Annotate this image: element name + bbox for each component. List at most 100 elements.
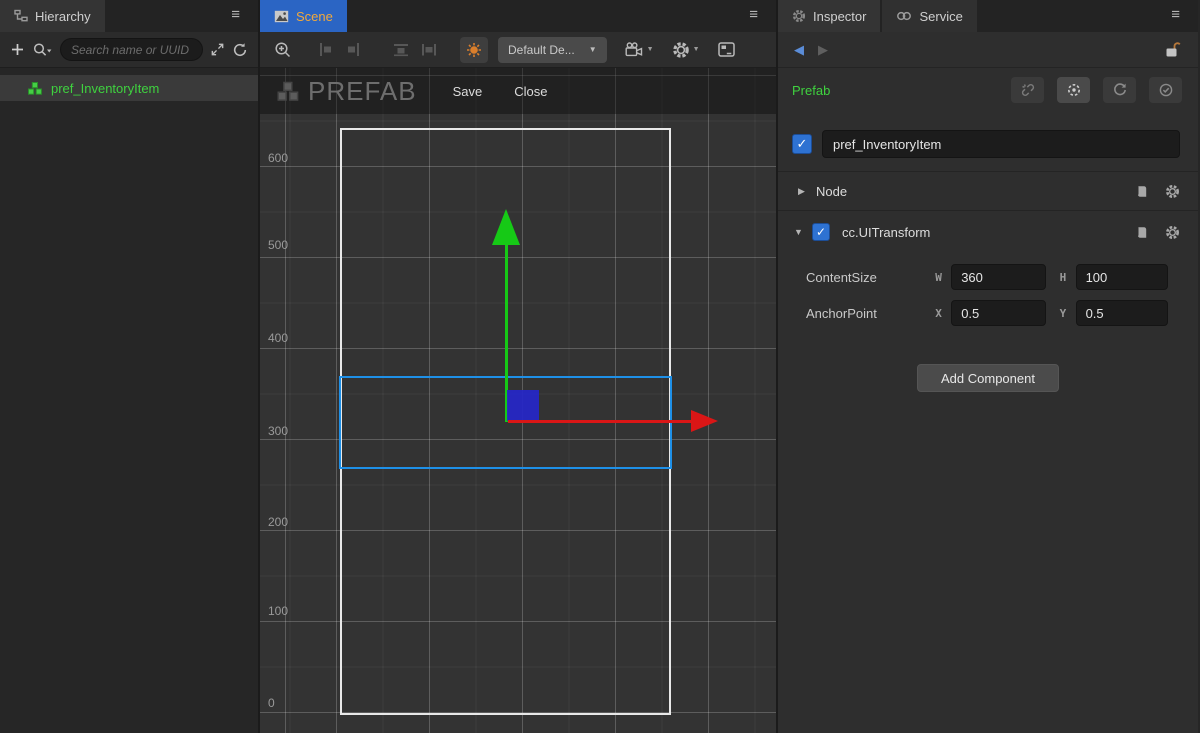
tab-inspector[interactable]: Inspector xyxy=(778,0,880,32)
inspector-nav-row: ◀ ▶ xyxy=(778,32,1198,68)
distribute-vertical-icon[interactable] xyxy=(420,42,438,57)
tab-inspector-label: Inspector xyxy=(813,9,866,24)
gizmo-x-arrowhead-icon[interactable] xyxy=(691,410,718,432)
tab-hierarchy[interactable]: Hierarchy xyxy=(0,0,105,32)
inspector-menu-icon[interactable]: ≡ xyxy=(1171,6,1180,23)
uitransform-docs-icon[interactable] xyxy=(1134,225,1149,240)
nav-back-button[interactable]: ◀ xyxy=(794,42,804,58)
node-docs-icon[interactable] xyxy=(1134,184,1149,199)
zoom-tool-icon[interactable] xyxy=(274,41,292,59)
expand-collapse-icon[interactable] xyxy=(210,42,225,57)
align-right-icon[interactable] xyxy=(345,42,362,57)
height-key-label: H xyxy=(1060,271,1076,284)
inspector-tabbar: Inspector Service ≡ xyxy=(778,0,1198,32)
node-collapse-icon[interactable]: ▶ xyxy=(798,186,816,197)
cocos-creator-editor: Hierarchy ≡ pref_Invento xyxy=(0,0,1200,733)
node-name-row: ✓ xyxy=(792,130,1180,158)
ruler-label: 500 xyxy=(268,238,288,252)
scene-tabbar: Scene ≡ xyxy=(260,0,776,32)
gizmo-y-arrowhead-icon[interactable] xyxy=(492,209,520,245)
scene-light-toggle[interactable] xyxy=(460,37,488,63)
apply-prefab-button[interactable] xyxy=(1149,77,1182,103)
lock-open-icon[interactable] xyxy=(1164,41,1182,58)
scene-toolbar: Default De... ▼ ▼ ▼ xyxy=(260,32,776,68)
refresh-icon[interactable] xyxy=(232,42,248,58)
distribute-horizontal-icon[interactable] xyxy=(392,42,410,57)
width-key-label: W xyxy=(935,271,951,284)
camera-caret-icon: ▼ xyxy=(647,46,654,53)
nav-forward-button[interactable]: ▶ xyxy=(818,42,828,58)
scene-panel: Scene ≡ Default De... xyxy=(260,0,778,733)
content-size-label: ContentSize xyxy=(806,270,935,285)
uitransform-enabled-checkbox[interactable]: ✓ xyxy=(812,223,830,241)
prefab-edit-bar: PREFAB Save Close xyxy=(260,68,776,114)
uitransform-section-header[interactable]: ▼ ✓ cc.UITransform xyxy=(778,211,1198,253)
hierarchy-menu-icon[interactable]: ≡ xyxy=(231,6,240,23)
scene-menu-icon[interactable]: ≡ xyxy=(749,6,758,23)
anchor-point-row: AnchorPoint X Y xyxy=(806,300,1168,326)
node-active-checkbox[interactable]: ✓ xyxy=(792,134,812,154)
layout-windows-icon[interactable] xyxy=(718,42,735,57)
uitransform-section-title: cc.UITransform xyxy=(842,225,930,240)
prefab-watermark-cubes-icon xyxy=(276,80,300,103)
ruler-label: 400 xyxy=(268,331,288,345)
node-label: pref_InventoryItem xyxy=(51,81,159,96)
node-name-input[interactable] xyxy=(822,130,1180,158)
align-left-icon[interactable] xyxy=(318,42,335,57)
node-section-title: Node xyxy=(816,184,847,199)
prefab-asset-row: Prefab xyxy=(792,77,1182,103)
ruler-label: 300 xyxy=(268,424,288,438)
anchor-point-y-input[interactable] xyxy=(1076,300,1168,326)
gizmo-x-axis[interactable] xyxy=(508,420,691,423)
inspector-gear-icon xyxy=(792,9,806,23)
ruler-label: 0 xyxy=(268,696,275,710)
service-link-icon xyxy=(896,10,912,22)
restore-prefab-button[interactable] xyxy=(1103,77,1136,103)
hierarchy-tabbar: Hierarchy ≡ xyxy=(0,0,258,32)
device-dropdown-value: Default De... xyxy=(508,43,575,57)
add-component-button[interactable]: Add Component xyxy=(917,364,1059,392)
inspector-panel: Inspector Service ≡ ◀ ▶ Prefab xyxy=(778,0,1198,733)
locate-prefab-asset-button[interactable] xyxy=(1057,77,1090,103)
scene-image-icon xyxy=(274,10,289,23)
scene-settings-button[interactable]: ▼ xyxy=(672,41,700,59)
tab-scene-label: Scene xyxy=(296,9,333,24)
scene-viewport[interactable]: PREFAB Save Close 600 500 400 300 200 100 0 xyxy=(260,68,776,733)
settings-caret-icon: ▼ xyxy=(693,46,700,53)
tab-scene[interactable]: Scene xyxy=(260,0,347,32)
camera-settings-button[interactable]: ▼ xyxy=(625,42,654,57)
uitransform-collapse-icon[interactable]: ▼ xyxy=(794,227,812,237)
anchor-point-x-input[interactable] xyxy=(951,300,1045,326)
ruler-label: 100 xyxy=(268,604,288,618)
device-dropdown-caret-icon: ▼ xyxy=(589,45,597,54)
prefab-save-button[interactable]: Save xyxy=(453,84,483,99)
prefab-cubes-icon xyxy=(27,81,43,96)
anchor-y-key-label: Y xyxy=(1060,307,1076,320)
prefab-close-button[interactable]: Close xyxy=(514,84,547,99)
hierarchy-toolbar xyxy=(0,32,258,68)
prefab-watermark-title: PREFAB xyxy=(308,76,417,107)
anchor-point-label: AnchorPoint xyxy=(806,306,935,321)
unlink-prefab-button[interactable] xyxy=(1011,77,1044,103)
ruler-label: 600 xyxy=(268,151,288,165)
add-node-button[interactable] xyxy=(10,42,25,57)
content-size-height-input[interactable] xyxy=(1076,264,1168,290)
device-dropdown[interactable]: Default De... ▼ xyxy=(498,37,607,63)
tab-hierarchy-label: Hierarchy xyxy=(35,9,91,24)
content-size-row: ContentSize W H xyxy=(806,264,1168,290)
search-filter-button[interactable] xyxy=(32,42,53,58)
hierarchy-node-pref-inventoryitem[interactable]: pref_InventoryItem xyxy=(0,75,258,101)
hierarchy-panel: Hierarchy ≡ pref_Invento xyxy=(0,0,260,733)
tab-service-label: Service xyxy=(919,9,962,24)
prefab-label: Prefab xyxy=(792,83,830,98)
gizmo-xy-plane-handle[interactable] xyxy=(507,390,539,421)
tab-service[interactable]: Service xyxy=(882,0,976,32)
node-settings-gear-icon[interactable] xyxy=(1165,184,1180,199)
ruler-label: 200 xyxy=(268,515,288,529)
uitransform-settings-gear-icon[interactable] xyxy=(1165,225,1180,240)
hierarchy-tree: pref_InventoryItem xyxy=(0,68,258,733)
content-size-width-input[interactable] xyxy=(951,264,1045,290)
node-section-header[interactable]: ▶ Node xyxy=(778,172,1198,210)
hierarchy-search-input[interactable] xyxy=(60,38,203,61)
anchor-x-key-label: X xyxy=(935,307,951,320)
